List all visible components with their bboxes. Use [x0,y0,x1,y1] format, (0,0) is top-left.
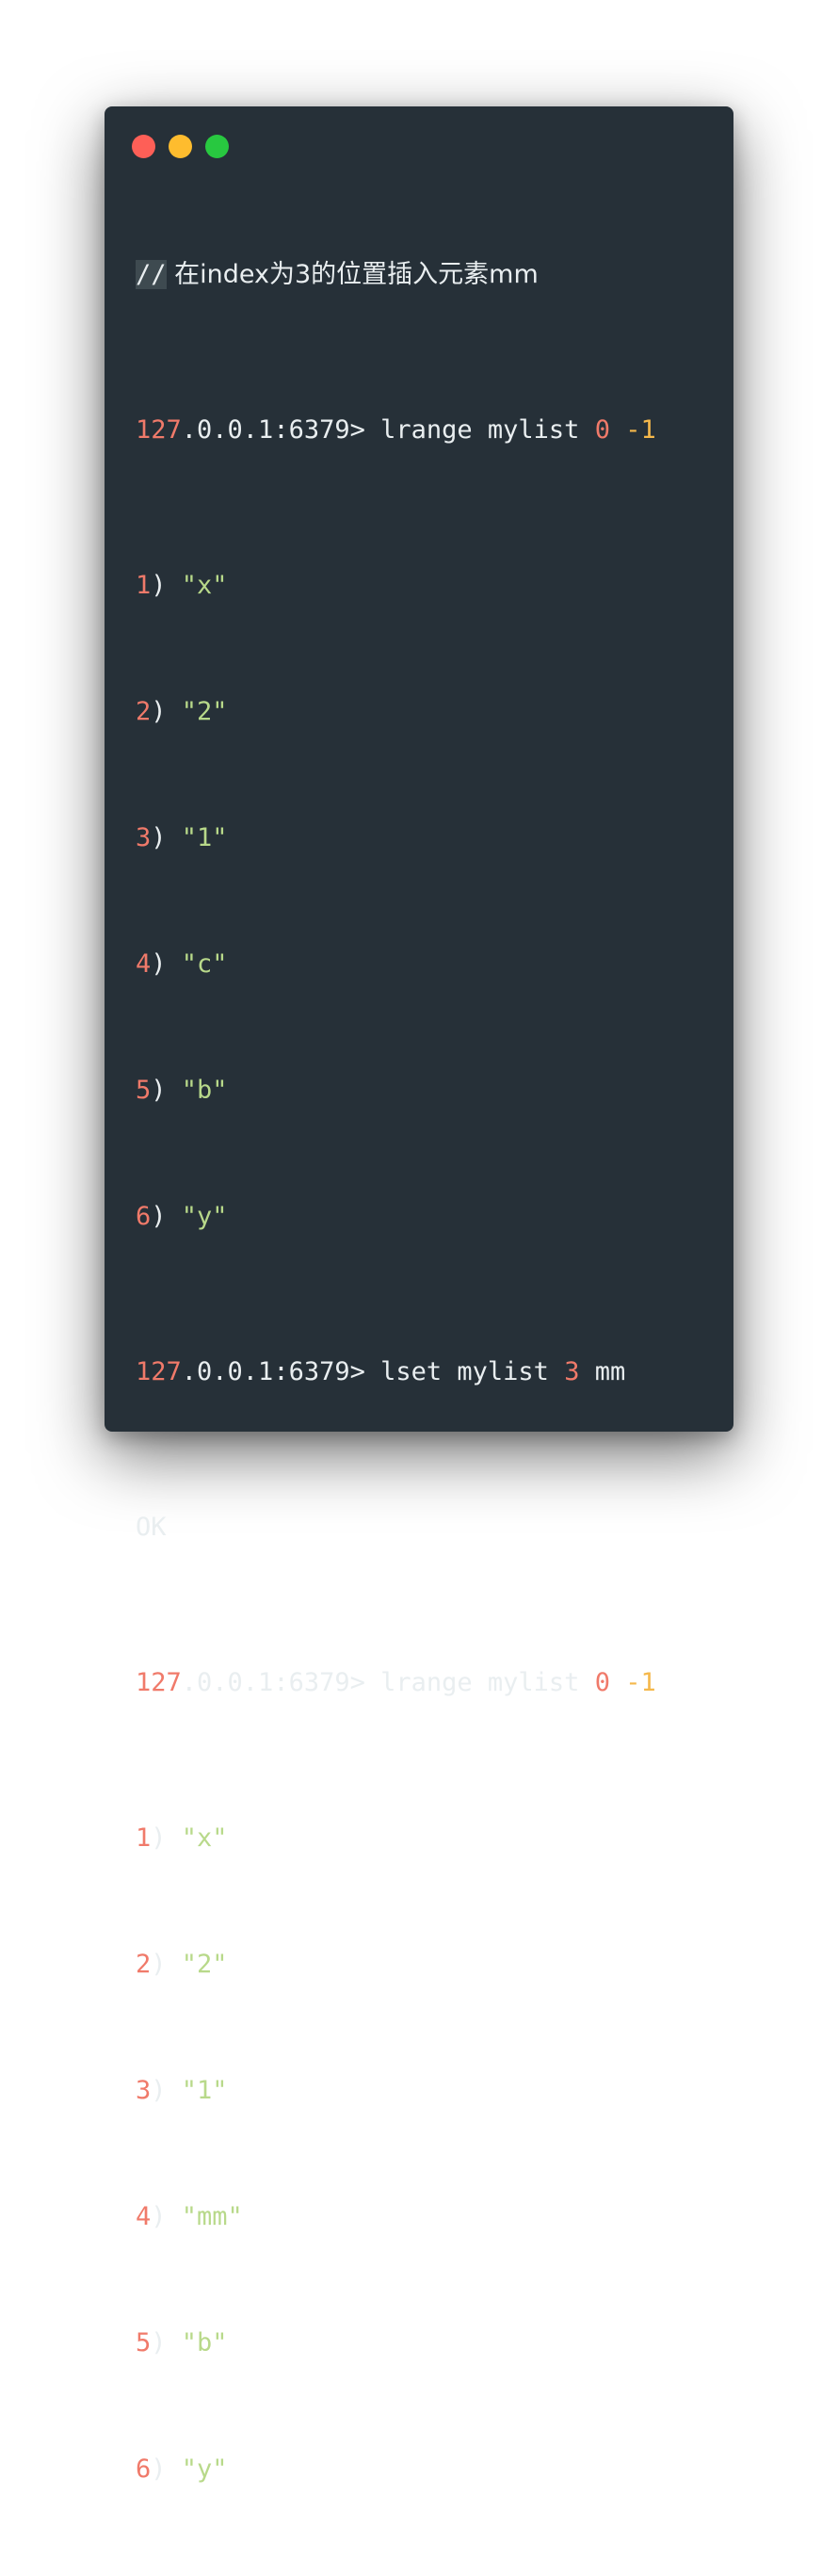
zoom-button[interactable] [205,135,229,158]
result-value: "b" [181,1076,228,1105]
result-sep: ) [151,697,182,726]
result-sep: ) [151,2202,182,2231]
result-line: 3) "1" [136,2071,715,2139]
result-value: "y" [181,1202,228,1231]
result-line: 1) "x" [136,1819,715,1887]
result-sep: ) [151,949,182,979]
terminal-window: // 在index为3的位置插入元素mm 127.0.0.1:6379> lra… [105,106,733,2484]
result-sep: ) [151,823,182,852]
result-index: 2 [136,697,152,726]
result-value: "x" [181,1823,228,1853]
result-line: 5) "b" [136,2324,715,2391]
command-arg-start: 0 [594,1668,610,1697]
result-index: 3 [136,2076,152,2105]
minimize-button[interactable] [169,135,192,158]
result-line: 1) "x" [136,566,715,634]
command-line: 127.0.0.1:6379> lrange mylist 0 -1 [136,411,715,478]
command-text: lrange mylist [364,1668,595,1697]
command-line: 127.0.0.1:6379> lset mylist 3 mm [136,1353,715,1420]
prompt-host-rest: .0.0.1:6379> [181,1357,365,1386]
result-sep: ) [151,571,182,600]
result-value: "1" [181,823,228,852]
command-text: lset mylist [364,1357,565,1386]
result-value: "mm" [181,2202,243,2231]
result-value: "y" [181,2454,228,2484]
close-button[interactable] [132,135,155,158]
result-line: 5) "b" [136,1071,715,1139]
comment-line: // 在index为3的位置插入元素mm [136,255,715,323]
command-arg-end: -1 [625,415,656,445]
result-sep: ) [151,2328,182,2357]
result-line: 6) "y" [136,2450,715,2518]
result-line: 2) "2" [136,692,715,760]
result-line: 6) "y" [136,1197,715,1265]
result-line: 2) "2" [136,1945,715,2013]
command-arg-index: 3 [564,1357,580,1386]
result-sep: ) [151,1076,182,1105]
command-line: 127.0.0.1:6379> lrange mylist 0 -1 [136,1663,715,1731]
result-line: 3) "1" [136,818,715,886]
result-value: "b" [181,2328,228,2357]
prompt-host-num: 127 [136,1668,182,1697]
ok-line: OK [136,1508,715,1576]
result-index: 4 [136,949,152,979]
result-index: 4 [136,2202,152,2231]
window-controls [132,135,229,158]
result-sep: ) [151,2076,182,2105]
prompt-host-rest: .0.0.1:6379> [181,1668,365,1697]
result-index: 5 [136,2328,152,2357]
result-index: 5 [136,1076,152,1105]
command-arg-start: 0 [594,415,610,445]
comment-text: 在index为3的位置插入元素mm [166,260,539,289]
result-index: 1 [136,1823,152,1853]
result-index: 1 [136,571,152,600]
result-sep: ) [151,1202,182,1231]
terminal-output: // 在index为3的位置插入元素mm 127.0.0.1:6379> lra… [136,197,715,2576]
result-index: 2 [136,1950,152,1979]
result-value: "x" [181,571,228,600]
comment-marker: // [136,260,167,289]
result-value: "2" [181,1950,228,1979]
result-index: 6 [136,2454,152,2484]
command-arg-value: mm [579,1357,626,1386]
prompt-host-num: 127 [136,1357,182,1386]
prompt-host-rest: .0.0.1:6379> [181,415,365,445]
result-sep: ) [151,2454,182,2484]
command-arg-end: -1 [625,1668,656,1697]
result-sep: ) [151,1950,182,1979]
result-line: 4) "c" [136,945,715,1013]
result-value: "1" [181,2076,228,2105]
result-value: "2" [181,697,228,726]
ok-text: OK [136,1513,167,1542]
result-index: 3 [136,823,152,852]
result-sep: ) [151,1823,182,1853]
prompt-host-num: 127 [136,415,182,445]
result-value: "c" [181,949,228,979]
result-line: 4) "mm" [136,2197,715,2265]
command-text: lrange mylist [364,415,595,445]
result-index: 6 [136,1202,152,1231]
